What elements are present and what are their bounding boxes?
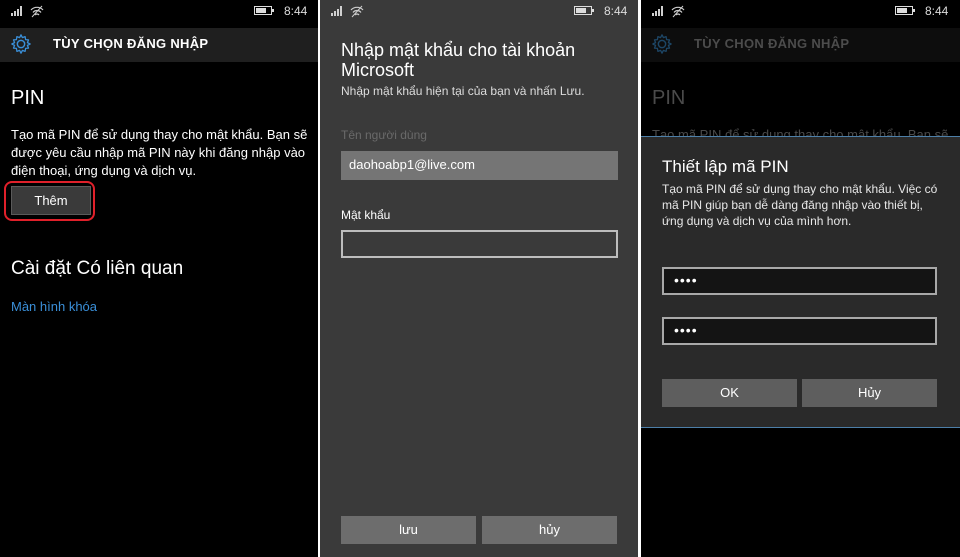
battery-icon (574, 6, 594, 15)
wifi-icon (30, 5, 44, 18)
dialog-title: Thiết lập mã PIN (662, 157, 789, 176)
signal-icon (652, 6, 666, 16)
gear-icon (652, 34, 672, 54)
username-label: Tên người dùng (341, 128, 427, 142)
dialog-description: Tạo mã PIN để sử dụng thay cho mật khẩu.… (662, 182, 938, 228)
pin-heading: PIN (652, 87, 686, 109)
page-title: TÙY CHỌN ĐĂNG NHẬP (53, 36, 209, 51)
related-settings-heading: Cài đặt Có liên quan (11, 258, 184, 279)
username-field: daohoabp1@live.com (341, 151, 618, 180)
set-pin-screen: 8:44 TÙY CHỌN ĐĂNG NHẬP PIN Tạo mã PIN đ… (641, 0, 960, 557)
status-bar: 8:44 (0, 0, 318, 22)
set-pin-dialog: Thiết lập mã PIN Tạo mã PIN để sử dụng t… (641, 136, 960, 428)
page-header: TÙY CHỌN ĐĂNG NHẬP (641, 28, 960, 62)
battery-icon (254, 6, 274, 15)
pin-description: Tạo mã PIN để sử dụng thay cho mật khẩu.… (652, 127, 949, 136)
microsoft-password-screen: 8:44 Nhập mật khẩu cho tài khoản Microso… (320, 0, 638, 557)
ok-button[interactable]: OK (662, 379, 797, 407)
signal-icon (331, 6, 345, 16)
pin-heading: PIN (11, 87, 45, 109)
add-pin-button[interactable]: Thêm (11, 186, 91, 215)
signal-icon (11, 6, 25, 16)
status-bar: 8:44 (320, 0, 638, 22)
password-field[interactable] (341, 230, 618, 258)
wifi-icon (350, 5, 364, 18)
page-header: TÙY CHỌN ĐĂNG NHẬP (0, 28, 318, 62)
battery-icon (895, 6, 915, 15)
page-title: TÙY CHỌN ĐĂNG NHẬP (694, 36, 850, 51)
status-time: 8:44 (604, 4, 628, 18)
cancel-button[interactable]: hủy (482, 516, 617, 544)
page-title: Nhập mật khẩu cho tài khoản Microsoft (341, 40, 576, 80)
gear-icon (11, 34, 31, 54)
status-time: 8:44 (925, 4, 949, 18)
status-bar: 8:44 (641, 0, 960, 22)
save-button[interactable]: lưu (341, 516, 476, 544)
cancel-button[interactable]: Hủy (802, 379, 937, 407)
password-label: Mật khẩu (341, 208, 391, 222)
page-subtitle: Nhập mật khẩu hiện tại của bạn và nhấn L… (341, 84, 585, 98)
wifi-icon (671, 5, 685, 18)
confirm-pin-input[interactable]: •••• (662, 317, 937, 345)
sign-in-options-screen: 8:44 TÙY CHỌN ĐĂNG NHẬP PIN Tạo mã PIN đ… (0, 0, 318, 557)
status-time: 8:44 (284, 4, 308, 18)
pin-description: Tạo mã PIN để sử dụng thay cho mật khẩu.… (11, 127, 308, 178)
new-pin-input[interactable]: •••• (662, 267, 937, 295)
lock-screen-link[interactable]: Màn hình khóa (11, 299, 97, 314)
